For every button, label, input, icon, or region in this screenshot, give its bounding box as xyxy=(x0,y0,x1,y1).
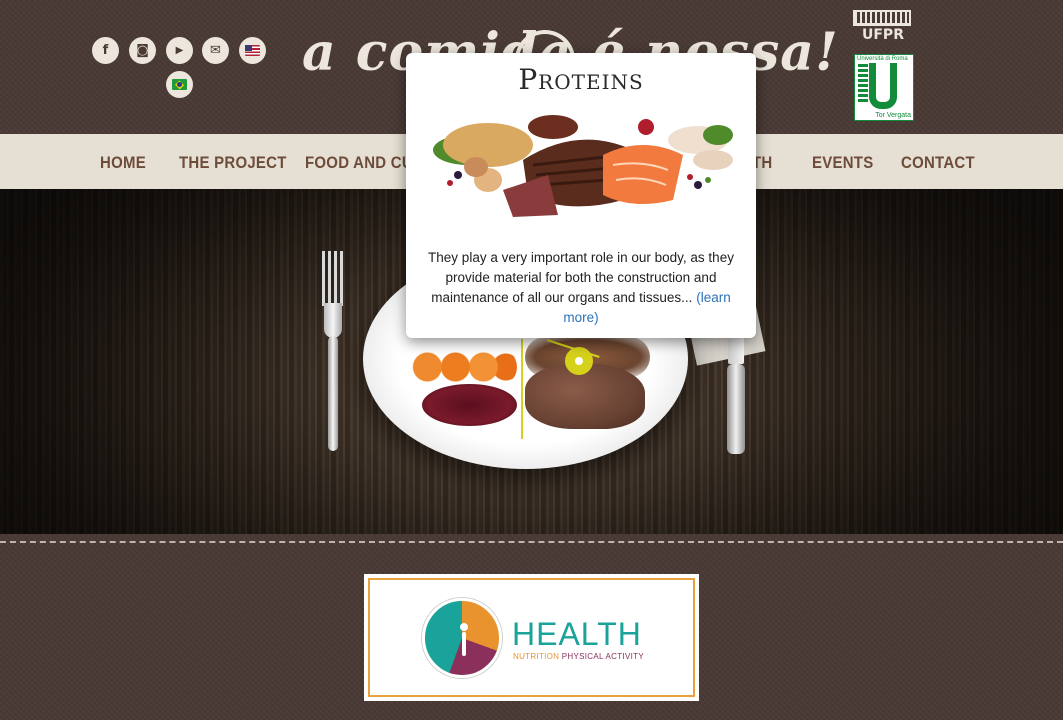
popup-text: They play a very important role in our b… xyxy=(428,250,734,305)
carrots xyxy=(405,347,517,387)
english-flag-icon[interactable] xyxy=(239,37,266,64)
tor-vergata-bottom-text: Tor Vergata xyxy=(875,112,911,119)
popup-description: They play a very important role in our b… xyxy=(416,248,746,328)
proteins-food-image xyxy=(433,115,733,217)
health-subtitle: NUTRITION PHYSICAL ACTIVITY xyxy=(513,652,644,661)
person-icon xyxy=(455,623,473,657)
building-icon xyxy=(853,10,911,26)
health-banner[interactable]: HEALTH NUTRITION PHYSICAL ACTIVITY xyxy=(364,574,699,701)
steak xyxy=(525,364,645,429)
stitched-divider xyxy=(0,541,1063,543)
proteins-hotspot[interactable] xyxy=(565,347,593,375)
health-sub-nutrition: NUTRITION xyxy=(513,652,560,661)
proteins-popup: Proteins They play a very important role… xyxy=(406,53,756,338)
u-letter-icon xyxy=(869,63,897,109)
instagram-icon[interactable]: ◙ xyxy=(129,37,156,64)
popup-title: Proteins xyxy=(518,63,644,96)
ufpr-logo[interactable]: UFPR xyxy=(853,10,913,44)
plate-divider xyxy=(521,339,523,439)
tor-vergata-top-text: Università di Roma xyxy=(857,56,908,62)
nav-contact[interactable]: CONTACT xyxy=(901,153,975,173)
email-icon[interactable]: ✉ xyxy=(202,37,229,64)
tor-vergata-logo[interactable]: Università di Roma Tor Vergata xyxy=(854,54,914,121)
beetroot xyxy=(422,384,517,426)
health-sub-activity: PHYSICAL ACTIVITY xyxy=(561,652,644,661)
nav-home[interactable]: HOME xyxy=(100,153,146,173)
stripes-icon xyxy=(858,64,868,104)
health-logo-icon xyxy=(422,598,502,678)
nav-the-project[interactable]: THE PROJECT xyxy=(179,153,287,173)
facebook-icon[interactable]: f xyxy=(92,37,119,64)
nav-events[interactable]: EVENTS xyxy=(812,153,873,173)
fork-icon xyxy=(314,251,350,451)
ufpr-logo-text: UFPR xyxy=(862,27,904,43)
youtube-icon[interactable]: ▶ xyxy=(166,37,193,64)
health-title: HEALTH xyxy=(512,616,642,652)
portuguese-flag-icon[interactable] xyxy=(166,71,193,98)
